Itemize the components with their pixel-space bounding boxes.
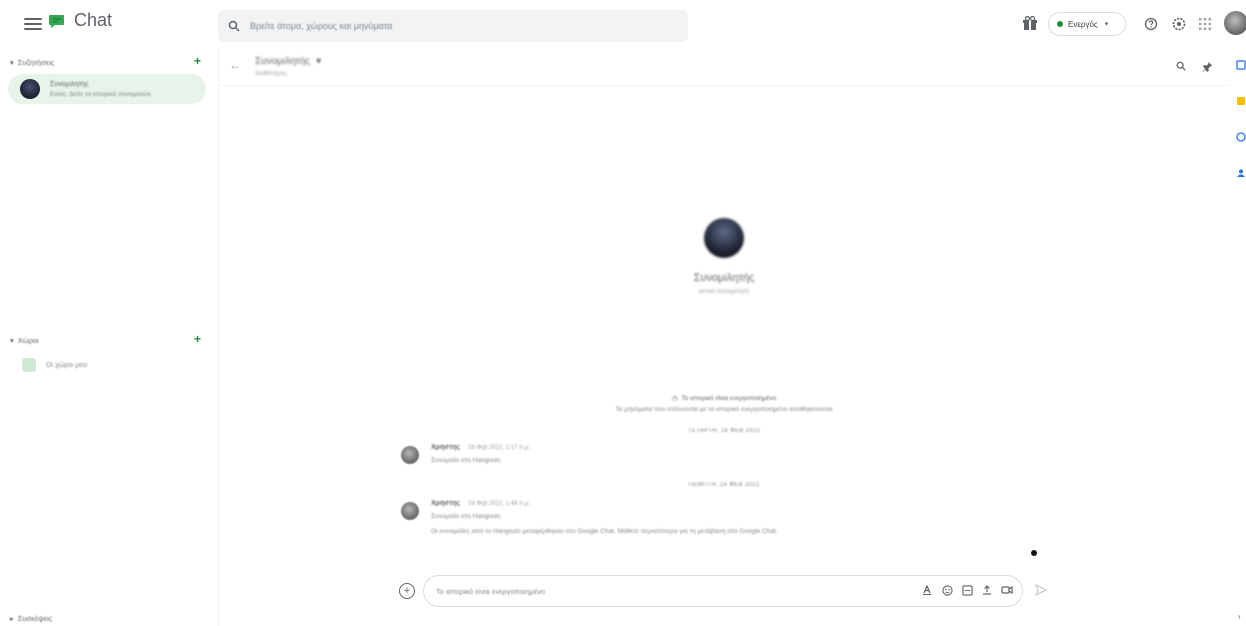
avatar	[401, 502, 419, 520]
new-space-plus-icon[interactable]: +	[194, 332, 201, 346]
space-icon	[22, 358, 36, 372]
spaces-section-label: Χώροι	[17, 336, 39, 345]
contacts-icon[interactable]	[1236, 168, 1246, 178]
dm-item-conversation[interactable]: Συνομιλητής Εσείς: Δείτε το ιστορικό συν…	[8, 74, 206, 104]
date-divider: ΤΕΤΑΡΤΗ, 16 ΦΕΒ 2022	[687, 428, 761, 434]
text-format-icon[interactable]	[921, 584, 933, 596]
dm-item-preview: Εσείς: Δείτε το ιστορικό συνομιλιών	[50, 90, 151, 98]
sidebar: ▾ Συζητήσεις + Συνομιλητής Εσείς: Δείτε …	[0, 48, 212, 626]
dm-item-name: Συνομιλητής	[50, 80, 89, 88]
message-time: 24 Φεβ 2022, 1:48 π.μ.	[468, 501, 530, 507]
chat-main: ← Συνομιλητής ▾ Διαθέσιμος Συνομιλητής e…	[218, 48, 1229, 626]
message-body: Χρήστης 16 Φεβ 2022, 1:17 π.μ. Συνομιλία…	[431, 444, 530, 466]
meetings-section-label: Συσκέψεις	[17, 614, 53, 623]
chevron-down-icon: ▾	[1104, 21, 1109, 28]
search-icon[interactable]	[228, 20, 240, 32]
message-input-box[interactable]	[423, 575, 1023, 607]
back-arrow-icon[interactable]: ←	[229, 58, 241, 72]
settings-gear-icon[interactable]	[1170, 15, 1188, 33]
meetings-section-toggle[interactable]: ▸ Συσκέψεις	[10, 614, 52, 623]
message-composer: +	[399, 574, 1119, 608]
menu-bar	[24, 28, 42, 30]
calendar-icon[interactable]	[1236, 60, 1246, 70]
apps-grid-icon[interactable]	[1196, 15, 1214, 33]
new-chat-plus-icon[interactable]: +	[194, 54, 201, 68]
message-sender: Χρήστης	[431, 500, 461, 507]
chat-header-name: Συνομιλητής ▾	[255, 56, 321, 67]
status-selector[interactable]: Ενεργός ▾	[1048, 12, 1126, 36]
mouse-cursor	[1031, 550, 1037, 556]
upload-icon[interactable]	[981, 584, 993, 596]
avatar	[20, 79, 40, 99]
chat-app: Chat Ενεργός ▾	[0, 0, 1246, 626]
tasks-icon[interactable]	[1236, 132, 1246, 142]
chat-header-status: Διαθέσιμος	[255, 70, 288, 77]
conversation-intro: Συνομιλητής email συνομιλητή	[219, 218, 1229, 295]
chat-title: Συνομιλητής	[255, 56, 311, 67]
message-text: Συνομιλία στο Hangouts	[431, 513, 501, 520]
chevron-down-icon: ▾	[316, 56, 322, 67]
date-divider: ΠΕΜΠΤΗ, 24 ΦΕΒ 2022	[688, 482, 760, 488]
history-notice: ◷ Το ιστορικό είναι ενεργοποιημένο Τα μη…	[219, 394, 1229, 414]
message: Χρήστης 24 Φεβ 2022, 1:48 π.μ. Συνομιλία…	[401, 500, 778, 538]
spaces-section-toggle[interactable]: ▾ Χώροι	[10, 336, 39, 345]
message-time: 16 Φεβ 2022, 1:17 π.μ.	[468, 445, 530, 451]
top-bar: Chat Ενεργός ▾	[0, 0, 1246, 48]
search-input[interactable]	[250, 21, 670, 31]
help-icon[interactable]	[1142, 15, 1160, 33]
gif-icon[interactable]	[961, 584, 973, 596]
status-label: Ενεργός	[1068, 19, 1098, 29]
message-input[interactable]	[436, 586, 876, 596]
chat-header-titles[interactable]: Συνομιλητής ▾ Διαθέσιμος	[255, 56, 321, 77]
menu-bar	[24, 18, 42, 20]
add-attachment-button[interactable]: +	[399, 583, 415, 599]
keep-icon[interactable]	[1236, 96, 1246, 106]
message: Χρήστης 16 Φεβ 2022, 1:17 π.μ. Συνομιλία…	[401, 444, 530, 466]
history-icon: ◷	[671, 395, 678, 402]
app-logo[interactable]: Chat	[48, 10, 112, 31]
avatar	[401, 446, 419, 464]
chevron-right-icon[interactable]: ›	[1238, 612, 1241, 621]
pin-icon[interactable]	[1199, 58, 1215, 74]
intro-email: email συνομιλητή	[698, 288, 749, 295]
message-body: Χρήστης 24 Φεβ 2022, 1:48 π.μ. Συνομιλία…	[431, 500, 778, 538]
dm-section-toggle[interactable]: ▾ Συζητήσεις	[10, 58, 54, 67]
status-active-dot	[1057, 21, 1063, 27]
account-avatar[interactable]	[1224, 11, 1246, 35]
history-notice-sub: Τα μηνύματα που στέλνονται με το ιστορικ…	[615, 406, 833, 413]
history-notice-text: Το ιστορικό είναι ενεργοποιημένο	[681, 394, 777, 402]
emoji-icon[interactable]	[941, 584, 953, 596]
main-menu-button[interactable]	[24, 15, 42, 33]
intro-name: Συνομιλητής	[693, 272, 755, 284]
space-item[interactable]: Οι χώροι μου	[22, 358, 87, 372]
dm-item-text: Συνομιλητής Εσείς: Δείτε το ιστορικό συν…	[50, 81, 151, 98]
message-header: Χρήστης 24 Φεβ 2022, 1:48 π.μ.	[431, 500, 778, 507]
chevron-down-icon: ▾	[10, 58, 14, 67]
video-call-icon[interactable]	[1001, 584, 1013, 596]
search-bar[interactable]	[218, 10, 688, 42]
chevron-right-icon: ▸	[10, 614, 14, 623]
avatar	[704, 218, 744, 258]
search-in-chat-icon[interactable]	[1173, 58, 1189, 74]
dm-section-label: Συζητήσεις	[17, 58, 55, 67]
message-header: Χρήστης 16 Φεβ 2022, 1:17 π.μ.	[431, 444, 530, 451]
history-notice-title: ◷ Το ιστορικό είναι ενεργοποιημένο	[671, 394, 777, 403]
chat-logo-icon	[49, 14, 64, 28]
message-text: Συνομιλία στο Hangouts	[431, 457, 501, 464]
message-text: Οι συνομιλίες από το Hangouts μεταφέρθηκ…	[431, 528, 778, 536]
menu-bar	[24, 23, 42, 25]
send-icon[interactable]	[1035, 584, 1047, 596]
app-name: Chat	[74, 10, 113, 30]
gift-icon[interactable]	[1022, 16, 1038, 30]
space-item-label: Οι χώροι μου	[46, 361, 88, 369]
message-sender: Χρήστης	[431, 444, 461, 451]
chat-header: ← Συνομιλητής ▾ Διαθέσιμος	[219, 48, 1229, 86]
chevron-down-icon: ▾	[10, 336, 14, 345]
side-panel-rail	[1232, 48, 1246, 626]
